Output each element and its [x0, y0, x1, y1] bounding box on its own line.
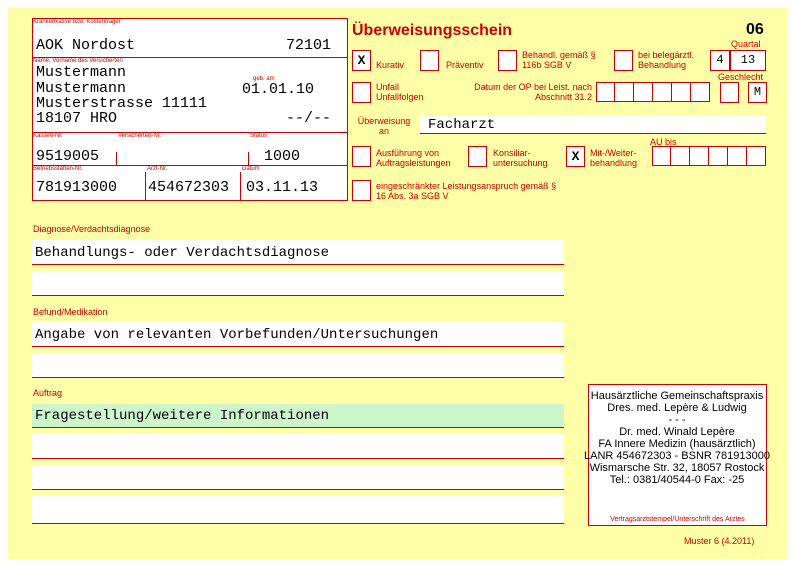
quartal-label: Quartal [731, 39, 761, 49]
betriebsstaette-nr: 781913000 [36, 179, 118, 196]
form-title: Überweisungsschein [352, 22, 513, 39]
stamp-line-4: Dr. med. Winald Lepère [619, 426, 735, 438]
kassen-nr: 9519005 [36, 148, 100, 165]
befund-label: Befund/Medikation [33, 307, 108, 317]
op-date-label: Datum der OP bei Leist. nach Abschnitt 3… [474, 82, 592, 102]
diagnose-field[interactable]: Behandlungs- oder Verdachtsdiagnose [32, 240, 564, 265]
versicherten-nr-label: Versicherten-Nr. [118, 133, 162, 139]
last-name: Mustermann [36, 64, 127, 81]
quartal-digit-1[interactable]: 4 [710, 50, 730, 71]
city: 18107 HRO [36, 110, 118, 127]
belegaerztl-checkbox[interactable] [614, 50, 633, 71]
auftrag-field-4[interactable] [32, 496, 564, 524]
form-footer: Muster 6 (4.2011) [684, 536, 755, 546]
geschlecht-label: Geschlecht [718, 72, 764, 82]
praeventiv-checkbox[interactable] [420, 50, 439, 71]
auftrag-field[interactable]: Fragestellung/weitere Informationen [32, 404, 564, 428]
stamp-line-1: Hausärztliche Gemeinschaftspraxis [590, 390, 764, 402]
stamp-line-6: LANR 454672303 - BSNR 781913000 [584, 450, 770, 462]
stamp-line-7: Wismarsche Str. 32, 18057 Rostock [589, 462, 765, 474]
status: 1000 [264, 148, 301, 165]
eingeschraenkt-label: eingeschränkter Leistungsanspruch gemäß … [376, 181, 557, 201]
datum: 03.11.13 [246, 179, 319, 196]
praeventiv-label: Präventiv [446, 60, 484, 70]
konsiliar-label: Konsiliar- untersuchung [493, 148, 548, 168]
stamp-line-5: FA Innere Medizin (hausärztlich) [598, 438, 756, 450]
kassen-nr-label: Kassen-Nr. [33, 133, 63, 139]
arzt-nr: 454672303 [148, 179, 230, 196]
diagnose-field-2[interactable] [32, 271, 564, 296]
unfall-label: Unfall Unfallfolgen [376, 82, 424, 102]
ausfuehrung-label: Ausführung von Auftragsleistungen [376, 148, 451, 168]
behandl-116b-label: Behandl. gemäß § 116b SGB V [522, 50, 596, 70]
au-bis-cells[interactable] [652, 146, 766, 166]
auftrag-label: Auftrag [33, 388, 63, 398]
stamp-line-2: Dres. med. Lepère & Ludwig [607, 402, 747, 414]
diagnose-label: Diagnose/Verdachtsdiagnose [33, 224, 151, 234]
extra-code: --/-- [286, 110, 332, 127]
status-label: Status [250, 133, 268, 139]
kurativ-checkbox[interactable]: X [352, 50, 371, 71]
befund-field[interactable]: Angabe von relevanten Vorbefunden/Unters… [32, 322, 564, 347]
insurer-label: Krankenkasse bzw. Kostenträger [33, 19, 121, 25]
behandl-116b-checkbox[interactable] [498, 50, 517, 71]
form-number: 06 [746, 21, 764, 38]
quartal-digit-2[interactable]: 13 [730, 50, 766, 71]
ueberweisung-label: Überweisung an [357, 116, 411, 136]
geschlecht-value[interactable]: M [748, 82, 767, 103]
ueberweisung-field[interactable]: Facharzt [420, 116, 766, 134]
insurer-code: 72101 [286, 37, 332, 54]
stamp-line-3: - - - [668, 414, 686, 426]
auftrag-field-3[interactable] [32, 465, 564, 490]
kurativ-label: Kurativ [376, 60, 405, 70]
stamp-text: Hausärztliche Gemeinschaftspraxis Dres. … [582, 390, 772, 486]
mitbehandlung-checkbox[interactable]: X [566, 146, 585, 167]
insurer-name: AOK Nordost [36, 37, 136, 54]
arzt-label: Arzt-Nr. [147, 166, 168, 172]
stamp-caption: Vertragsarztstempel/Unterschrift des Arz… [610, 516, 745, 523]
konsiliar-checkbox[interactable] [468, 146, 487, 167]
befund-field-2[interactable] [32, 353, 564, 378]
auftrag-field-2[interactable] [32, 434, 564, 459]
op-date-cells[interactable] [596, 82, 710, 102]
datum-label: Datum [242, 166, 260, 172]
eingeschraenkt-checkbox[interactable] [352, 180, 371, 201]
geschlecht-blank[interactable] [720, 82, 739, 103]
mitbehandlung-label: Mit-/Weiter- behandlung [590, 148, 638, 168]
birth-date: 01.01.10 [242, 81, 315, 98]
belegaerztl-label: bei belegärztl. Behandlung [638, 50, 695, 70]
unfall-checkbox[interactable] [352, 82, 371, 103]
ausfuehrung-checkbox[interactable] [352, 146, 371, 167]
betrieb-label: Betriebsstätten-Nr. [33, 166, 83, 172]
referral-form: Krankenkasse bzw. Kostenträger AOK Nordo… [8, 8, 787, 559]
stamp-line-8: Tel.: 0381/40544-0 Fax: -25 [609, 474, 745, 486]
